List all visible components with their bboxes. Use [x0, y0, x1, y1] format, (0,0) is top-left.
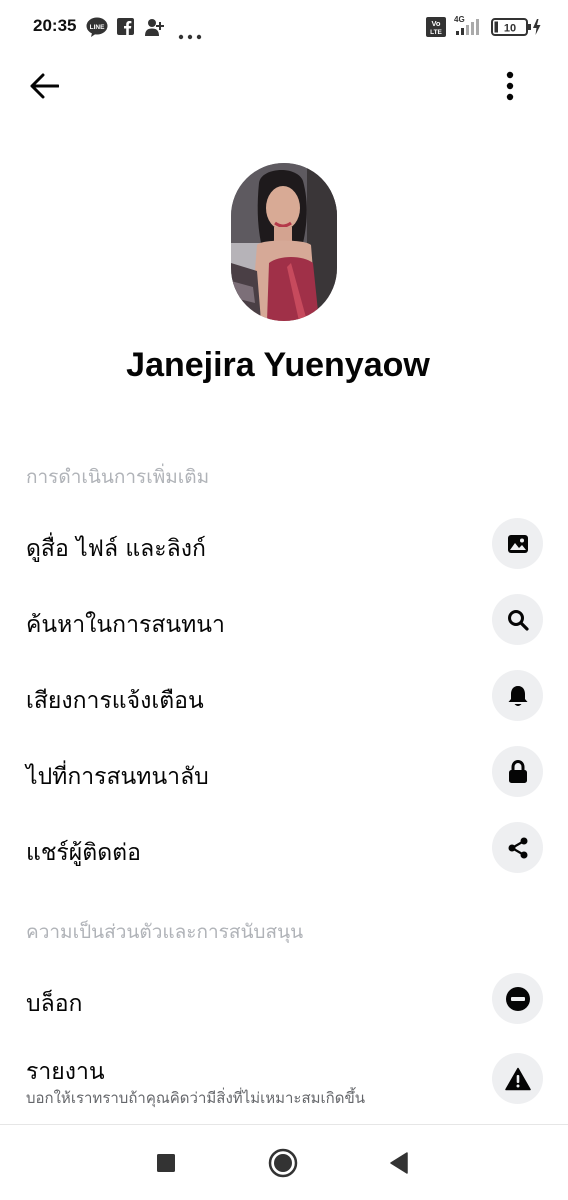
- recents-button[interactable]: [144, 1143, 188, 1187]
- app-bar: [0, 56, 568, 120]
- block-icon: [492, 973, 543, 1024]
- action-label: ไปที่การสนทนาลับ: [26, 764, 209, 790]
- status-time: 20:35: [33, 16, 77, 35]
- status-bar: 20:35 LINE Vo LTE 4G 10: [0, 0, 568, 56]
- report-label: รายงาน: [26, 1059, 105, 1085]
- action-notification-sounds[interactable]: เสียงการแจ้งเตือน: [0, 662, 568, 730]
- report-sublabel: บอกให้เราทราบถ้าคุณคิดว่ามีสิ่งที่ไม่เหม…: [26, 1089, 365, 1107]
- lock-icon: [492, 746, 543, 797]
- home-button[interactable]: [261, 1143, 305, 1187]
- more-dots-icon: [178, 25, 202, 44]
- image-icon: [492, 518, 543, 569]
- profile-name: Janejira Yuenyaow: [126, 346, 430, 384]
- battery-icon: 10: [491, 18, 543, 40]
- block-label: บล็อก: [26, 991, 83, 1017]
- warning-icon: [492, 1053, 543, 1104]
- arrow-left-icon: [29, 73, 60, 103]
- system-nav-bar: [0, 1124, 568, 1200]
- search-icon: [492, 594, 543, 645]
- avatar[interactable]: [231, 163, 337, 321]
- action-label: แชร์ผู้ติดต่อ: [26, 840, 141, 866]
- square-icon: [156, 1153, 176, 1177]
- action-secret-conversation[interactable]: ไปที่การสนทนาลับ: [0, 738, 568, 806]
- battery-level: 10: [504, 23, 516, 35]
- action-view-media[interactable]: ดูสื่อ ไฟล์ และลิงก์: [0, 510, 568, 578]
- more-options-button[interactable]: [490, 68, 530, 108]
- share-icon: [492, 822, 543, 873]
- volte-icon: Vo LTE: [426, 17, 446, 41]
- back-button[interactable]: [20, 68, 68, 108]
- signal-icon: 4G: [452, 14, 484, 42]
- volte-label-top: Vo: [431, 19, 440, 28]
- section-header-more-actions: การดำเนินการเพิ่มเติม: [26, 466, 210, 488]
- network-label: 4G: [454, 15, 465, 24]
- svg-text:LINE: LINE: [90, 24, 105, 31]
- action-block[interactable]: บล็อก: [0, 964, 568, 1032]
- action-share-contact[interactable]: แชร์ผู้ติดต่อ: [0, 814, 568, 882]
- action-label: ค้นหาในการสนทนา: [26, 612, 225, 638]
- back-triangle-icon: [389, 1152, 409, 1178]
- action-label: ดูสื่อ ไฟล์ และลิงก์: [26, 536, 206, 562]
- action-label: เสียงการแจ้งเตือน: [26, 688, 204, 714]
- action-report[interactable]: รายงาน บอกให้เราทราบถ้าคุณคิดว่ามีสิ่งที…: [0, 1046, 568, 1116]
- facebook-icon: [117, 18, 134, 39]
- section-header-privacy-support: ความเป็นส่วนตัวและการสนับสนุน: [26, 921, 304, 943]
- line-icon: LINE: [86, 17, 108, 41]
- person-add-icon: [144, 17, 164, 41]
- bell-icon: [492, 670, 543, 721]
- home-circle-icon: [268, 1148, 298, 1182]
- action-search-conversation[interactable]: ค้นหาในการสนทนา: [0, 586, 568, 654]
- volte-label-bottom: LTE: [430, 29, 442, 36]
- vertical-dots-icon: [506, 71, 514, 105]
- back-nav-button[interactable]: [377, 1143, 421, 1187]
